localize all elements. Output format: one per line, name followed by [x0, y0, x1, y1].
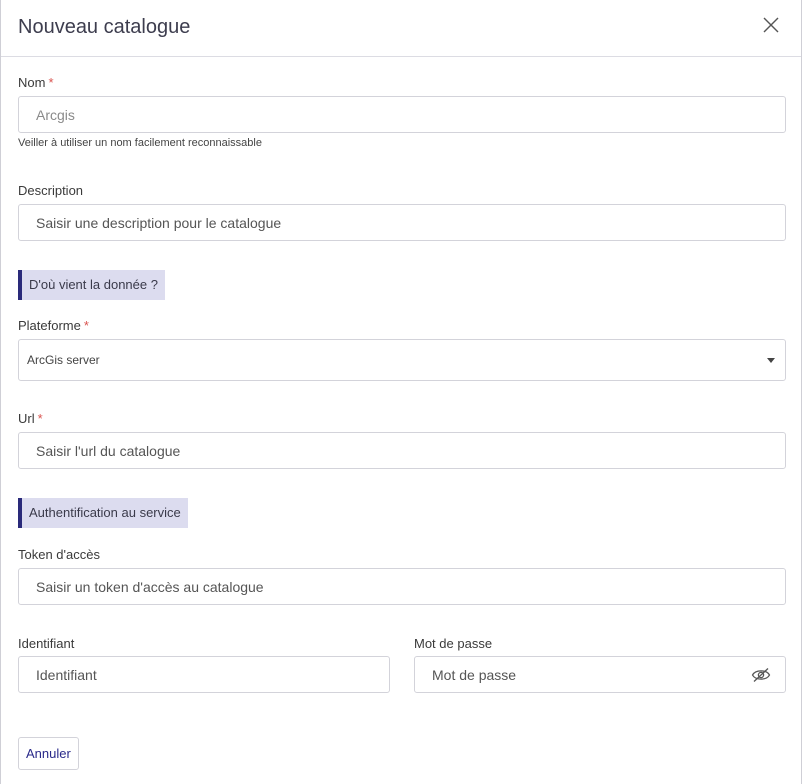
- name-hint: Veiller à utiliser un nom facilement rec…: [18, 137, 262, 149]
- eye-off-icon[interactable]: [751, 667, 771, 683]
- name-input[interactable]: [18, 96, 786, 133]
- close-icon[interactable]: [761, 15, 781, 35]
- section-source-heading: D'où vient la donnée ?: [18, 270, 165, 300]
- platform-label: Plateforme *: [18, 318, 89, 333]
- token-input[interactable]: [18, 568, 786, 605]
- name-label: Nom *: [18, 75, 54, 90]
- platform-selected-value: ArcGis server: [27, 353, 100, 367]
- required-mark: *: [37, 411, 43, 426]
- login-label: Identifiant: [18, 636, 75, 651]
- dialog-title: Nouveau catalogue: [18, 16, 191, 38]
- description-label: Description: [18, 183, 84, 198]
- new-catalogue-dialog: Nouveau catalogue Nom* Veiller à utilise…: [0, 0, 802, 784]
- required-mark: *: [83, 318, 89, 333]
- required-mark: *: [48, 75, 54, 90]
- url-input[interactable]: [18, 432, 786, 469]
- platform-select[interactable]: ArcGis server: [18, 339, 786, 381]
- token-label: Token d'accès: [18, 547, 100, 562]
- caret-down-icon: [767, 358, 775, 363]
- section-auth-heading: Authentification au service: [18, 498, 188, 528]
- cancel-button[interactable]: Annuler: [18, 737, 79, 770]
- password-label: Mot de passe: [414, 636, 493, 651]
- url-label: Url *: [18, 411, 43, 426]
- description-input[interactable]: [18, 204, 786, 241]
- login-input[interactable]: [18, 656, 390, 693]
- password-input[interactable]: [414, 656, 786, 693]
- dialog-header: Nouveau catalogue: [1, 0, 801, 57]
